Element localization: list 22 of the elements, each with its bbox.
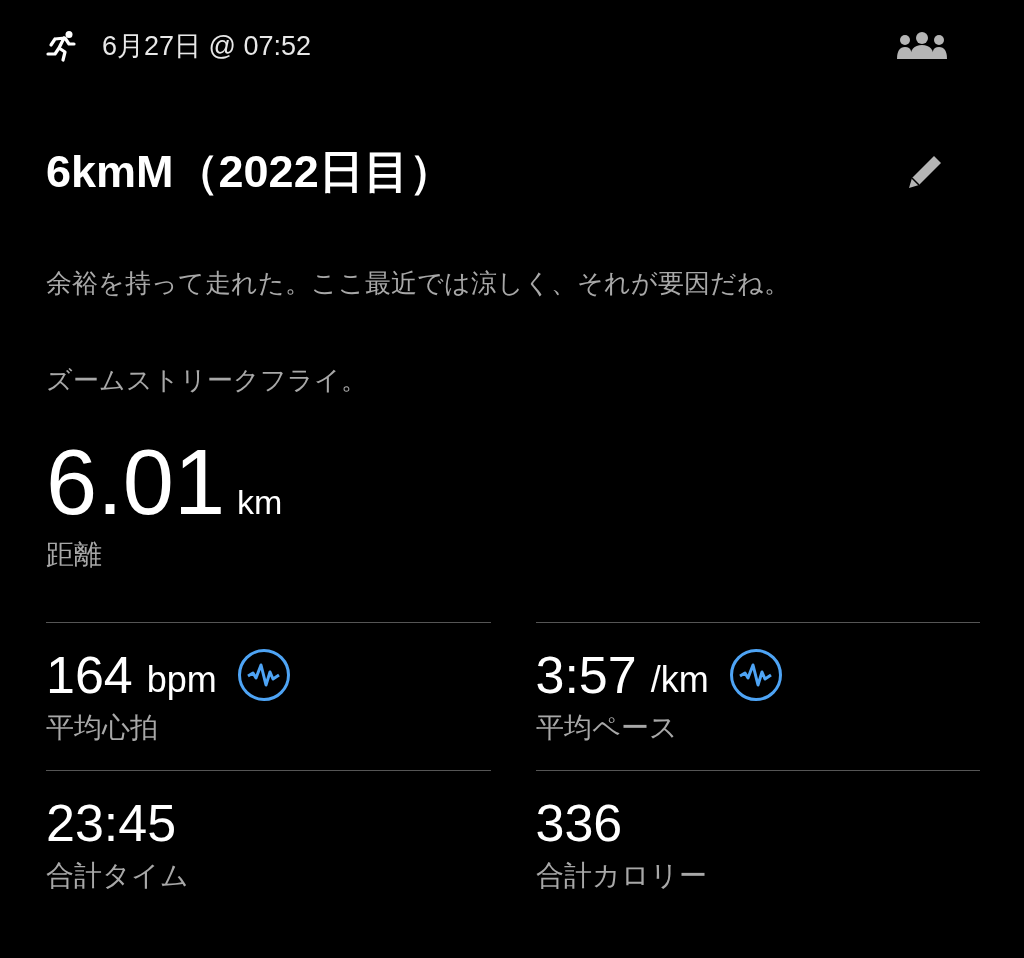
stat-value: 336 bbox=[535, 795, 623, 851]
stat-label: 平均ペース bbox=[535, 711, 679, 745]
edit-icon[interactable] bbox=[906, 153, 944, 191]
stat-label: 平均心拍 bbox=[46, 711, 159, 745]
activity-title: 6kmM（2022日目） bbox=[46, 145, 455, 199]
chart-icon[interactable] bbox=[728, 648, 783, 702]
chart-icon[interactable] bbox=[236, 648, 291, 702]
activity-datetime: 6月27日 @ 07:52 bbox=[102, 30, 313, 63]
runner-icon bbox=[46, 30, 76, 62]
stat-value: 23:45 bbox=[46, 795, 177, 851]
group-icon[interactable] bbox=[896, 32, 948, 60]
distance-value: 6.01 bbox=[46, 432, 226, 532]
stat-unit: bpm bbox=[146, 659, 217, 701]
distance-unit: km bbox=[237, 483, 283, 522]
stat-label: 合計カロリー bbox=[535, 859, 708, 893]
stat-value: 3:57 bbox=[535, 647, 637, 703]
activity-note: ズームストリークフライ。 bbox=[46, 364, 368, 397]
distance-label: 距離 bbox=[46, 538, 103, 572]
stat-value: 164 bbox=[46, 647, 133, 703]
activity-note: 余裕を持って走れた。ここ最近では涼しく、それが要因だね。 bbox=[46, 267, 791, 300]
stat-unit: /km bbox=[650, 659, 709, 701]
stat-label: 合計タイム bbox=[46, 859, 190, 893]
